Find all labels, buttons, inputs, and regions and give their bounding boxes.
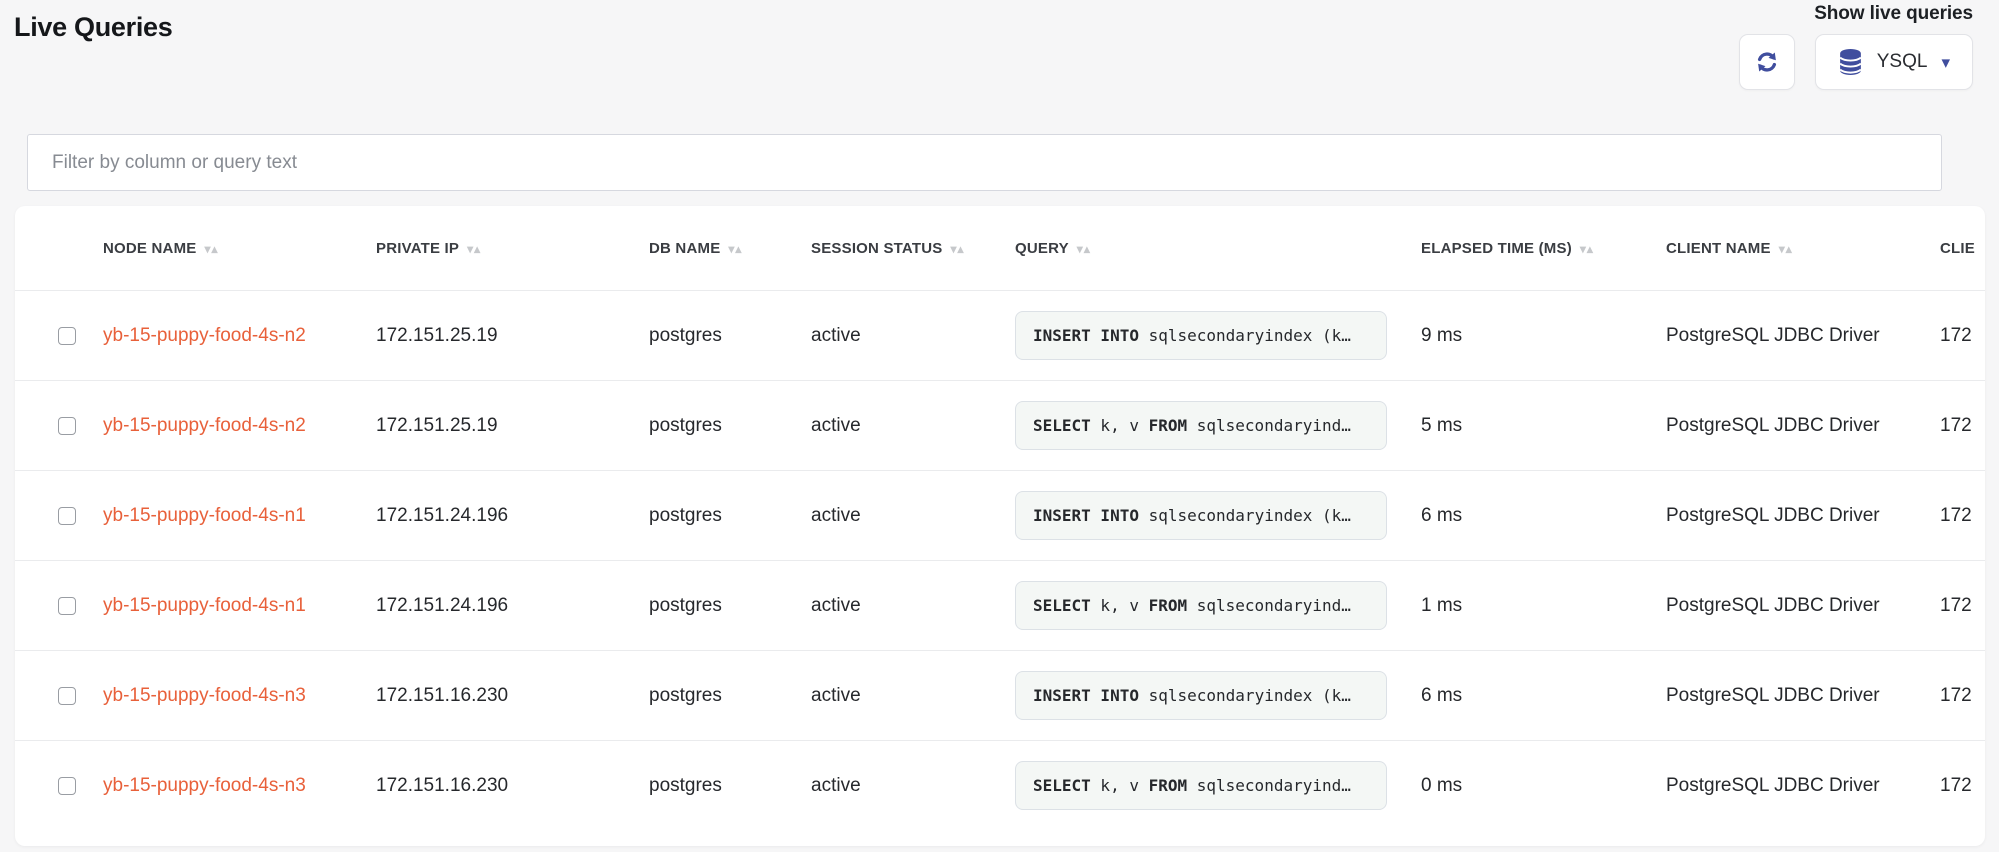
node-name-link[interactable]: yb-15-puppy-food-4s-n2 xyxy=(103,415,306,436)
query-snippet[interactable]: SELECT k, v FROM sqlsecondaryind… xyxy=(1015,761,1387,810)
node-name-link[interactable]: yb-15-puppy-food-4s-n1 xyxy=(103,505,306,526)
client-name-cell: PostgreSQL JDBC Driver xyxy=(1666,684,1880,706)
sort-icon[interactable]: ▾▴ xyxy=(1580,242,1594,256)
table-row: yb-15-puppy-food-4s-n3 172.151.16.230 po… xyxy=(15,740,1985,830)
chevron-down-icon: ▾ xyxy=(1941,52,1950,72)
db-name-cell: postgres xyxy=(649,324,722,346)
private-ip-cell: 172.151.24.196 xyxy=(376,594,509,616)
sort-icon[interactable]: ▾▴ xyxy=(467,242,481,256)
session-status-cell: active xyxy=(811,774,861,796)
refresh-icon xyxy=(1754,49,1780,75)
private-ip-cell: 172.151.25.19 xyxy=(376,414,498,436)
db-name-cell: postgres xyxy=(649,684,722,706)
node-name-link[interactable]: yb-15-puppy-food-4s-n3 xyxy=(103,775,306,796)
column-header-private-ip[interactable]: PRIVATE IP ▾▴ xyxy=(361,240,634,257)
database-icon xyxy=(1838,48,1863,76)
column-header-elapsed-time[interactable]: ELAPSED TIME (MS) ▾▴ xyxy=(1406,240,1651,257)
api-selector-label: YSQL xyxy=(1876,51,1928,72)
table-row: yb-15-puppy-food-4s-n2 172.151.25.19 pos… xyxy=(15,380,1985,470)
column-header-query[interactable]: QUERY ▾▴ xyxy=(1000,240,1406,257)
db-name-cell: postgres xyxy=(649,414,722,436)
db-name-cell: postgres xyxy=(649,774,722,796)
column-header-node-name[interactable]: NODE NAME ▾▴ xyxy=(88,240,361,257)
refresh-button[interactable] xyxy=(1738,34,1795,90)
row-checkbox[interactable] xyxy=(58,596,76,615)
elapsed-time-cell: 0 ms xyxy=(1421,774,1463,796)
query-snippet[interactable]: SELECT k, v FROM sqlsecondaryind… xyxy=(1015,401,1387,450)
private-ip-cell: 172.151.16.230 xyxy=(376,774,509,796)
client-name-cell: PostgreSQL JDBC Driver xyxy=(1666,504,1880,526)
db-name-cell: postgres xyxy=(649,594,722,616)
column-header-client-host[interactable]: CLIE xyxy=(1925,240,1985,257)
row-checkbox[interactable] xyxy=(58,686,76,705)
session-status-cell: active xyxy=(811,504,861,526)
client-host-cell: 172 xyxy=(1940,324,1972,346)
row-checkbox[interactable] xyxy=(58,416,76,435)
row-checkbox[interactable] xyxy=(58,506,76,525)
elapsed-time-cell: 1 ms xyxy=(1421,594,1463,616)
client-name-cell: PostgreSQL JDBC Driver xyxy=(1666,594,1880,616)
table-body: yb-15-puppy-food-4s-n2 172.151.25.19 pos… xyxy=(15,290,1985,830)
table-header-row: NODE NAME ▾▴ PRIVATE IP ▾▴ DB NAME ▾▴ SESSI… xyxy=(15,206,1985,290)
sort-icon[interactable]: ▾▴ xyxy=(1779,242,1793,256)
sort-icon[interactable]: ▾▴ xyxy=(204,242,218,256)
filter-input[interactable] xyxy=(27,134,1942,191)
node-name-link[interactable]: yb-15-puppy-food-4s-n3 xyxy=(103,685,306,706)
sort-icon[interactable]: ▾▴ xyxy=(728,242,742,256)
client-name-cell: PostgreSQL JDBC Driver xyxy=(1666,324,1880,346)
node-name-link[interactable]: yb-15-puppy-food-4s-n1 xyxy=(103,595,306,616)
session-status-cell: active xyxy=(811,684,861,706)
client-host-cell: 172 xyxy=(1940,594,1972,616)
page-header: Live Queries Show live queries YSQL ▾ xyxy=(0,0,1999,100)
node-name-link[interactable]: yb-15-puppy-food-4s-n2 xyxy=(103,325,306,346)
client-name-cell: PostgreSQL JDBC Driver xyxy=(1666,774,1880,796)
table-row: yb-15-puppy-food-4s-n3 172.151.16.230 po… xyxy=(15,650,1985,740)
client-host-cell: 172 xyxy=(1940,774,1972,796)
elapsed-time-cell: 6 ms xyxy=(1421,684,1463,706)
column-header-db-name[interactable]: DB NAME ▾▴ xyxy=(634,240,796,257)
private-ip-cell: 172.151.16.230 xyxy=(376,684,509,706)
page-title: Live Queries xyxy=(14,12,173,42)
query-snippet[interactable]: INSERT INTO sqlsecondaryindex (k… xyxy=(1015,491,1387,540)
show-live-queries-caption: Show live queries xyxy=(1814,3,1973,24)
session-status-cell: active xyxy=(811,324,861,346)
elapsed-time-cell: 6 ms xyxy=(1421,504,1463,526)
db-name-cell: postgres xyxy=(649,504,722,526)
private-ip-cell: 172.151.25.19 xyxy=(376,324,498,346)
table-row: yb-15-puppy-food-4s-n1 172.151.24.196 po… xyxy=(15,560,1985,650)
column-header-client-name[interactable]: CLIENT NAME ▾▴ xyxy=(1651,240,1925,257)
sort-icon[interactable]: ▾▴ xyxy=(1077,242,1091,256)
live-queries-table-card: NODE NAME ▾▴ PRIVATE IP ▾▴ DB NAME ▾▴ SESSI… xyxy=(15,206,1985,846)
private-ip-cell: 172.151.24.196 xyxy=(376,504,509,526)
elapsed-time-cell: 5 ms xyxy=(1421,414,1463,436)
client-name-cell: PostgreSQL JDBC Driver xyxy=(1666,414,1880,436)
row-checkbox[interactable] xyxy=(58,776,76,795)
column-header-session-status[interactable]: SESSION STATUS ▾▴ xyxy=(796,240,1000,257)
sort-icon[interactable]: ▾▴ xyxy=(950,242,964,256)
session-status-cell: active xyxy=(811,414,861,436)
query-snippet[interactable]: INSERT INTO sqlsecondaryindex (k… xyxy=(1015,311,1387,360)
elapsed-time-cell: 9 ms xyxy=(1421,324,1463,346)
api-selector-dropdown[interactable]: YSQL ▾ xyxy=(1814,34,1973,90)
client-host-cell: 172 xyxy=(1940,684,1972,706)
table-row: yb-15-puppy-food-4s-n1 172.151.24.196 po… xyxy=(15,470,1985,560)
query-snippet[interactable]: SELECT k, v FROM sqlsecondaryind… xyxy=(1015,581,1387,630)
filter-bar xyxy=(27,134,1942,191)
client-host-cell: 172 xyxy=(1940,504,1972,526)
row-checkbox[interactable] xyxy=(58,326,76,345)
query-snippet[interactable]: INSERT INTO sqlsecondaryindex (k… xyxy=(1015,671,1387,720)
client-host-cell: 172 xyxy=(1940,414,1972,436)
header-controls: Show live queries YSQL ▾ xyxy=(1738,3,1973,90)
table-row: yb-15-puppy-food-4s-n2 172.151.25.19 pos… xyxy=(15,290,1985,380)
session-status-cell: active xyxy=(811,594,861,616)
